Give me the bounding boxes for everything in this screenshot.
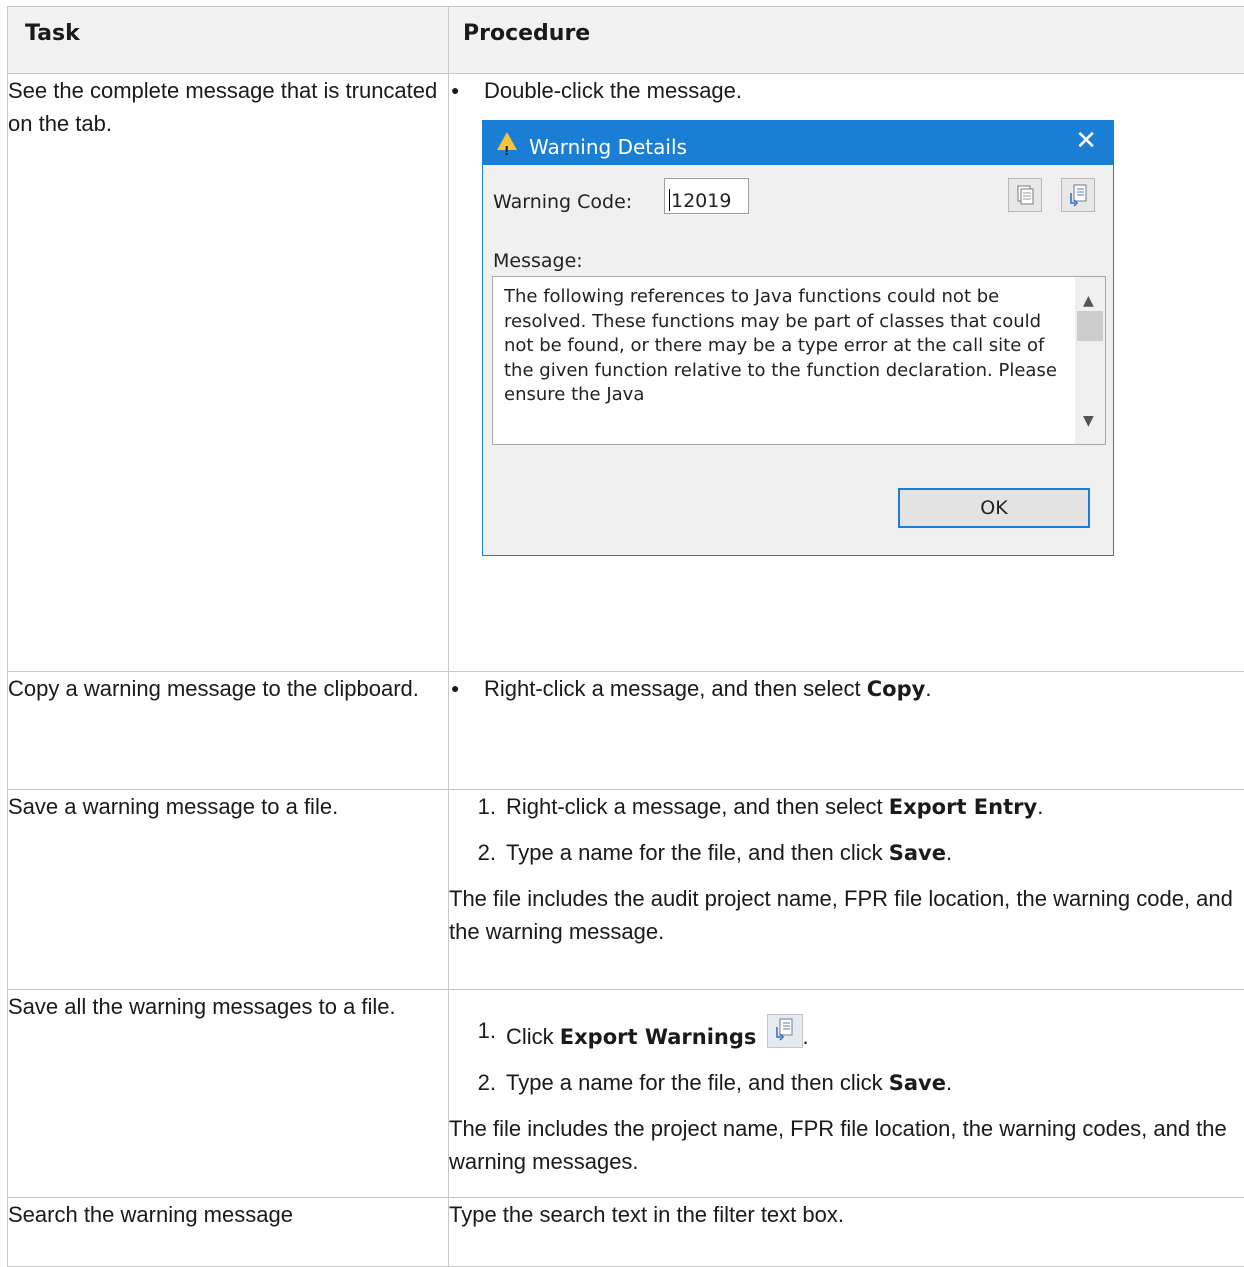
table-row: Save all the warning messages to a file.… (8, 990, 1244, 1198)
export-warnings-term: Export Warnings (560, 1025, 757, 1049)
step-item: 2. Type a name for the file, and then cl… (449, 836, 1244, 870)
warning-triangle-icon: ! (497, 132, 517, 150)
step-text: Type a name for the file, and then click… (506, 1066, 952, 1100)
step-item: 1. Click Export Warnings . (449, 1014, 1244, 1054)
export-warnings-icon (767, 1014, 803, 1048)
warning-code-field[interactable]: 12019 (664, 178, 749, 214)
bullet-text: Double-click the message. (484, 74, 742, 107)
step-text: Click Export Warnings . (506, 1014, 809, 1054)
table-header-row: Task Procedure (8, 7, 1244, 74)
header-task: Task (8, 7, 449, 74)
bullet-dot: ● (449, 74, 484, 107)
table-row: Search the warning message Type the sear… (8, 1198, 1244, 1267)
copy-term: Copy (867, 677, 926, 701)
step-number: 1. (449, 1014, 506, 1054)
table-row: Save a warning message to a file. 1. Rig… (8, 790, 1244, 990)
step-text: Right-click a message, and then select E… (506, 790, 1043, 824)
step-number: 1. (449, 790, 506, 824)
note-paragraph: The file includes the project name, FPR … (449, 1112, 1244, 1178)
procedure-cell: 1. Right-click a message, and then selec… (449, 790, 1244, 990)
table-row: Copy a warning message to the clipboard.… (8, 672, 1244, 790)
ok-button[interactable]: OK (898, 488, 1090, 528)
message-text: The following references to Java functio… (504, 285, 1064, 408)
scroll-down-icon[interactable]: ▼ (1083, 405, 1094, 438)
save-term: Save (889, 1071, 946, 1095)
warning-code-label: Warning Code: (493, 186, 632, 219)
step-number: 2. (449, 1066, 506, 1100)
header-procedure: Procedure (449, 7, 1244, 74)
step-item: 2. Type a name for the file, and then cl… (449, 1066, 1244, 1100)
task-cell: Search the warning message (8, 1198, 449, 1267)
bullet-item: ● Double-click the message. (449, 74, 1244, 107)
task-cell: Save a warning message to a file. (8, 790, 449, 990)
bullet-item: ● Right-click a message, and then select… (449, 672, 1244, 706)
dialog-title: Warning Details (529, 131, 687, 164)
step-item: 1. Right-click a message, and then selec… (449, 790, 1244, 824)
bullet-dot: ● (449, 672, 484, 706)
task-cell: See the complete message that is truncat… (8, 74, 449, 672)
procedure-cell: ● Right-click a message, and then select… (449, 672, 1244, 790)
warning-details-dialog: ! Warning Details ✕ Warning Code: 12019 (482, 120, 1114, 556)
task-cell: Copy a warning message to the clipboard. (8, 672, 449, 790)
task-procedure-table: Task Procedure See the complete message … (7, 6, 1244, 1267)
message-textarea[interactable]: The following references to Java functio… (492, 276, 1106, 445)
warning-code-value: 12019 (671, 190, 731, 212)
save-term: Save (889, 841, 946, 865)
export-entry-term: Export Entry (889, 795, 1037, 819)
procedure-cell: Type the search text in the filter text … (449, 1198, 1244, 1267)
step-number: 2. (449, 836, 506, 870)
procedure-cell: 1. Click Export Warnings . 2. (449, 990, 1244, 1198)
export-warnings-icon (1062, 179, 1094, 211)
procedure-cell: ● Double-click the message. ! Warning De… (449, 74, 1244, 672)
close-icon[interactable]: ✕ (1075, 126, 1097, 156)
step-text: Type a name for the file, and then click… (506, 836, 952, 870)
copy-icon (1009, 179, 1041, 211)
dialog-titlebar: ! Warning Details ✕ (483, 121, 1113, 165)
copy-button[interactable] (1008, 178, 1042, 212)
task-cell: Save all the warning messages to a file. (8, 990, 449, 1198)
scroll-thumb[interactable] (1077, 311, 1103, 341)
table-row: See the complete message that is truncat… (8, 74, 1244, 672)
message-scrollbar[interactable]: ▲ ▼ (1075, 277, 1105, 444)
export-button[interactable] (1061, 178, 1095, 212)
message-label: Message: (493, 245, 583, 278)
bullet-text: Right-click a message, and then select C… (484, 672, 931, 706)
note-paragraph: The file includes the audit project name… (449, 882, 1244, 948)
